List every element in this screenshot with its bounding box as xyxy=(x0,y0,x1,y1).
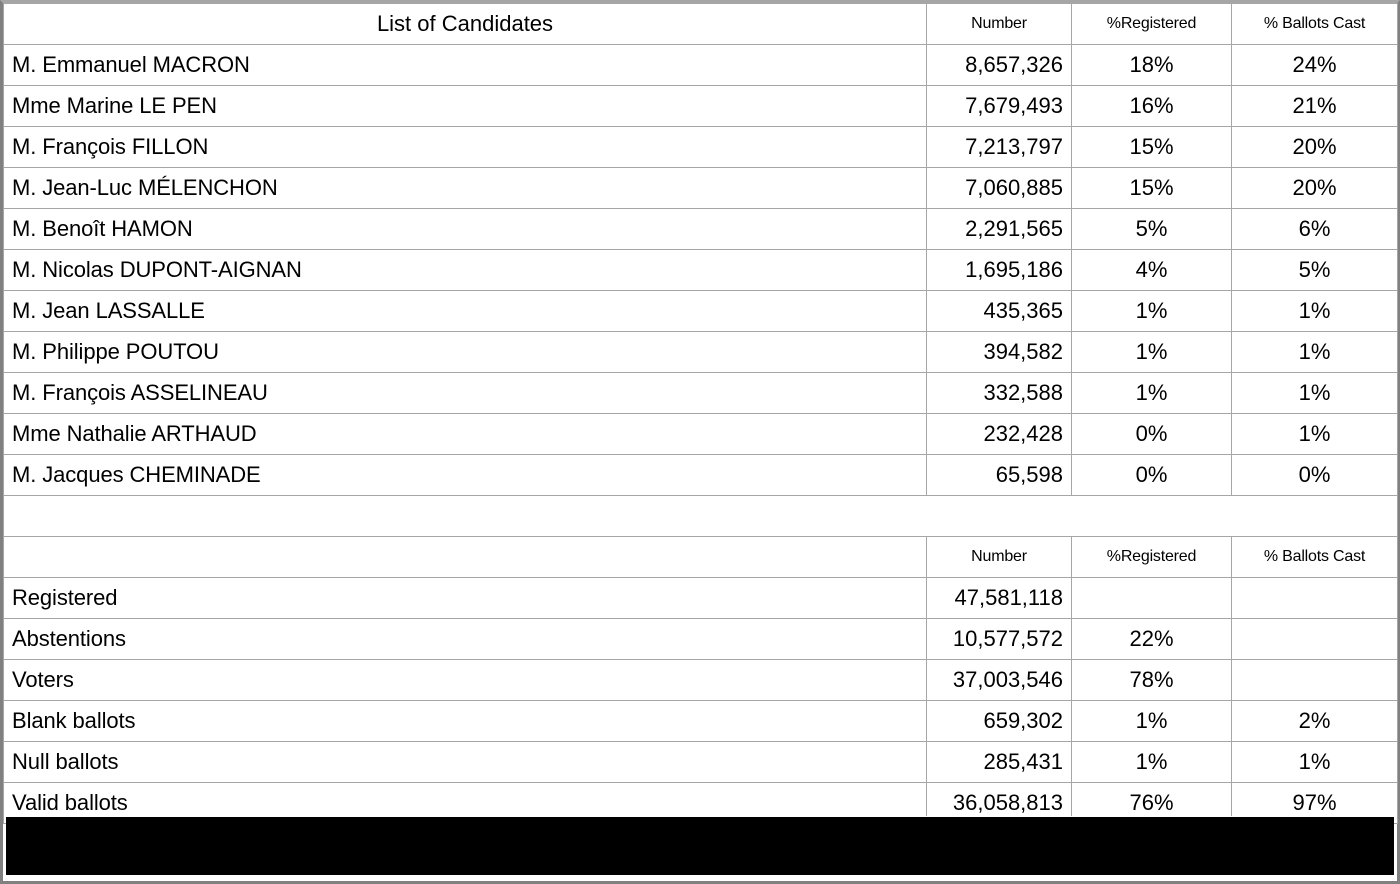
candidate-pct-registered: 16% xyxy=(1071,85,1232,127)
candidate-name: M. Jacques CHEMINADE xyxy=(3,454,927,496)
candidate-pct-registered: 0% xyxy=(1071,454,1232,496)
candidate-number: 2,291,565 xyxy=(926,208,1072,250)
candidate-number: 8,657,326 xyxy=(926,44,1072,86)
candidate-pct-registered: 1% xyxy=(1071,372,1232,414)
candidate-name: M. Philippe POUTOU xyxy=(3,331,927,373)
candidate-pct-ballots-cast: 1% xyxy=(1231,290,1398,332)
table-row: M. François FILLON 7,213,797 15% 20% xyxy=(3,126,1398,168)
turnout-pct-registered: 78% xyxy=(1071,659,1232,701)
turnout-pct-ballots-cast: 2% xyxy=(1231,700,1398,742)
turnout-number: 47,581,118 xyxy=(926,577,1072,619)
turnout-label: Voters xyxy=(3,659,927,701)
candidate-pct-ballots-cast: 5% xyxy=(1231,249,1398,291)
candidate-pct-registered: 15% xyxy=(1071,167,1232,209)
candidate-pct-ballots-cast: 1% xyxy=(1231,331,1398,373)
table-row: Abstentions 10,577,572 22% xyxy=(3,618,1398,660)
table-row: M. François ASSELINEAU 332,588 1% 1% xyxy=(3,372,1398,414)
turnout-pct-registered: 22% xyxy=(1071,618,1232,660)
turnout-label: Registered xyxy=(3,577,927,619)
candidate-name: M. Benoît HAMON xyxy=(3,208,927,250)
turnout-label: Blank ballots xyxy=(3,700,927,742)
table-row: M. Jean-Luc MÉLENCHON 7,060,885 15% 20% xyxy=(3,167,1398,209)
turnout-header-pct-registered: %Registered xyxy=(1071,536,1232,578)
candidate-number: 1,695,186 xyxy=(926,249,1072,291)
candidate-name: M. Nicolas DUPONT-AIGNAN xyxy=(3,249,927,291)
candidate-pct-ballots-cast: 20% xyxy=(1231,126,1398,168)
candidate-pct-ballots-cast: 0% xyxy=(1231,454,1398,496)
grid-body: List of Candidates Number %Registered % … xyxy=(3,3,1398,824)
turnout-number: 37,003,546 xyxy=(926,659,1072,701)
candidate-number: 332,588 xyxy=(926,372,1072,414)
candidate-name: M. François ASSELINEAU xyxy=(3,372,927,414)
candidate-name: Mme Marine LE PEN xyxy=(3,85,927,127)
candidate-pct-registered: 18% xyxy=(1071,44,1232,86)
candidate-pct-registered: 1% xyxy=(1071,290,1232,332)
candidate-pct-ballots-cast: 1% xyxy=(1231,372,1398,414)
candidates-header-row: List of Candidates Number %Registered % … xyxy=(3,3,1398,45)
candidate-pct-ballots-cast: 20% xyxy=(1231,167,1398,209)
table-row: Blank ballots 659,302 1% 2% xyxy=(3,700,1398,742)
candidate-pct-registered: 5% xyxy=(1071,208,1232,250)
candidate-pct-registered: 1% xyxy=(1071,331,1232,373)
turnout-pct-ballots-cast xyxy=(1231,618,1398,660)
candidate-pct-registered: 15% xyxy=(1071,126,1232,168)
candidate-number: 7,679,493 xyxy=(926,85,1072,127)
candidate-pct-ballots-cast: 6% xyxy=(1231,208,1398,250)
candidate-name: M. Jean LASSALLE xyxy=(3,290,927,332)
turnout-header-blank xyxy=(3,536,927,578)
candidate-pct-registered: 0% xyxy=(1071,413,1232,455)
turnout-number: 659,302 xyxy=(926,700,1072,742)
candidate-pct-ballots-cast: 21% xyxy=(1231,85,1398,127)
turnout-pct-ballots-cast xyxy=(1231,659,1398,701)
candidate-name: M. François FILLON xyxy=(3,126,927,168)
turnout-pct-registered xyxy=(1071,577,1232,619)
header-list-of-candidates: List of Candidates xyxy=(3,3,927,45)
table-row: M. Benoît HAMON 2,291,565 5% 6% xyxy=(3,208,1398,250)
candidate-number: 7,213,797 xyxy=(926,126,1072,168)
candidate-name: M. Jean-Luc MÉLENCHON xyxy=(3,167,927,209)
table-row: Mme Nathalie ARTHAUD 232,428 0% 1% xyxy=(3,413,1398,455)
turnout-header-pct-ballots-cast: % Ballots Cast xyxy=(1231,536,1398,578)
candidate-pct-ballots-cast: 1% xyxy=(1231,413,1398,455)
candidate-number: 232,428 xyxy=(926,413,1072,455)
turnout-pct-ballots-cast xyxy=(1231,577,1398,619)
candidate-pct-registered: 4% xyxy=(1071,249,1232,291)
table-row: M. Jacques CHEMINADE 65,598 0% 0% xyxy=(3,454,1398,496)
candidate-name: Mme Nathalie ARTHAUD xyxy=(3,413,927,455)
table-row: M. Nicolas DUPONT-AIGNAN 1,695,186 4% 5% xyxy=(3,249,1398,291)
candidate-name: M. Emmanuel MACRON xyxy=(3,44,927,86)
table-row: M. Jean LASSALLE 435,365 1% 1% xyxy=(3,290,1398,332)
footer-bar xyxy=(6,816,1394,875)
turnout-pct-registered: 1% xyxy=(1071,700,1232,742)
table-row: Mme Marine LE PEN 7,679,493 16% 21% xyxy=(3,85,1398,127)
turnout-label: Abstentions xyxy=(3,618,927,660)
turnout-header-number: Number xyxy=(926,536,1072,578)
candidate-number: 394,582 xyxy=(926,331,1072,373)
turnout-header-row: Number %Registered % Ballots Cast xyxy=(3,536,1398,578)
turnout-pct-registered: 1% xyxy=(1071,741,1232,783)
spacer-cell xyxy=(3,495,1398,537)
header-pct-registered: %Registered xyxy=(1071,3,1232,45)
table-row: M. Emmanuel MACRON 8,657,326 18% 24% xyxy=(3,44,1398,86)
table-row: Null ballots 285,431 1% 1% xyxy=(3,741,1398,783)
table-row: Registered 47,581,118 xyxy=(3,577,1398,619)
candidate-pct-ballots-cast: 24% xyxy=(1231,44,1398,86)
candidate-number: 7,060,885 xyxy=(926,167,1072,209)
turnout-label: Null ballots xyxy=(3,741,927,783)
table-spacer-row xyxy=(3,495,1398,537)
turnout-number: 285,431 xyxy=(926,741,1072,783)
spreadsheet-sheet: List of Candidates Number %Registered % … xyxy=(0,0,1400,884)
header-pct-ballots-cast: % Ballots Cast xyxy=(1231,3,1398,45)
candidate-number: 65,598 xyxy=(926,454,1072,496)
turnout-number: 10,577,572 xyxy=(926,618,1072,660)
candidate-number: 435,365 xyxy=(926,290,1072,332)
results-grid: List of Candidates Number %Registered % … xyxy=(3,3,1398,824)
turnout-pct-ballots-cast: 1% xyxy=(1231,741,1398,783)
table-row: M. Philippe POUTOU 394,582 1% 1% xyxy=(3,331,1398,373)
header-number: Number xyxy=(926,3,1072,45)
table-row: Voters 37,003,546 78% xyxy=(3,659,1398,701)
